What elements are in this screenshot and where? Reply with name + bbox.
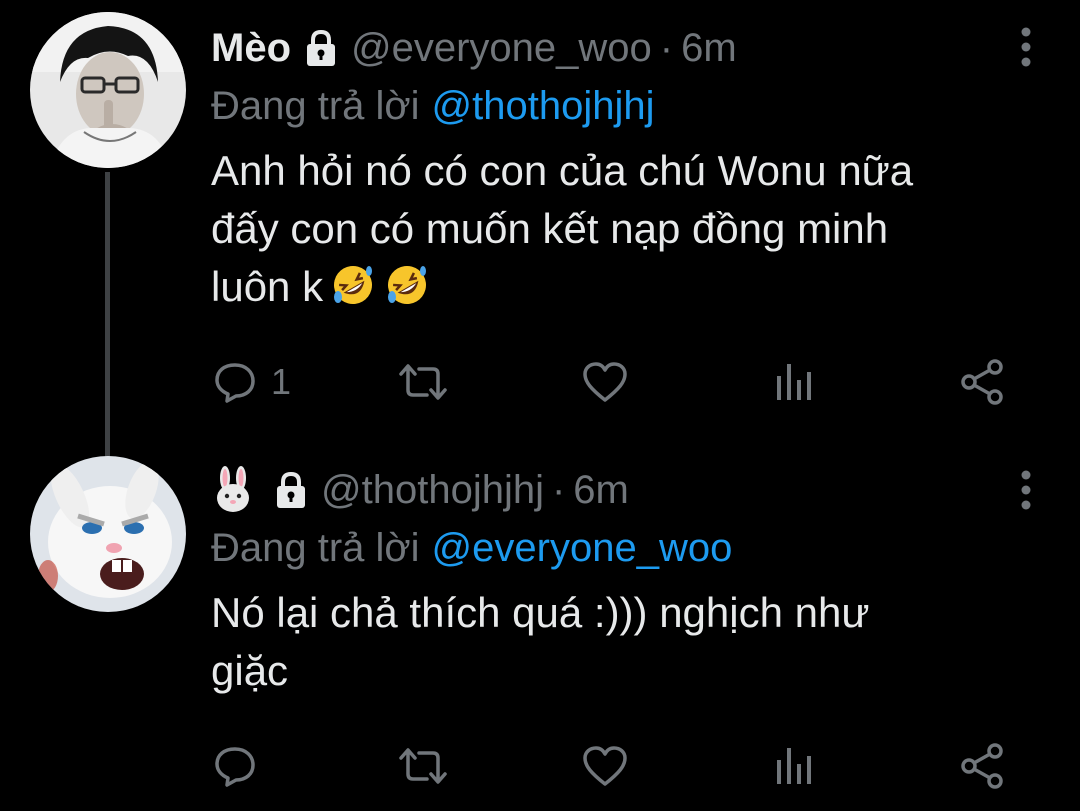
- lock-icon: [271, 470, 311, 510]
- share-icon: [959, 742, 1007, 790]
- reply-icon: [213, 360, 257, 404]
- tweet-text-content: Nó lại chả thích quá :))) nghịch như giặ…: [211, 589, 870, 694]
- tweet-header: @thothojhjhj · 6m: [211, 464, 1020, 516]
- more-vertical-icon[interactable]: [1020, 27, 1032, 72]
- reply-mention-link[interactable]: @thothojhjhj: [432, 84, 655, 129]
- avatar[interactable]: [30, 12, 186, 168]
- share-button[interactable]: [959, 740, 1007, 792]
- retweet-button[interactable]: [397, 356, 449, 408]
- rolling-on-floor-laughing-emoji: [383, 261, 433, 307]
- replying-to: Đang trả lời @everyone_woo: [211, 522, 1020, 574]
- reply-icon: [213, 744, 257, 788]
- avatar[interactable]: [30, 456, 186, 612]
- stats-button[interactable]: [774, 356, 814, 408]
- stats-button[interactable]: [774, 740, 814, 792]
- tweet-text-content: Anh hỏi nó có con của chú Wonu nữa đấy c…: [211, 147, 914, 310]
- tweet[interactable]: Mèo @everyone_woo · 6m Đang trả lời @tho…: [0, 0, 1080, 440]
- retweet-icon: [397, 744, 449, 788]
- retweet-button[interactable]: [397, 740, 449, 792]
- tweet-actions: 1: [211, 356, 1021, 408]
- tweet-header: Mèo @everyone_woo · 6m: [211, 22, 1020, 74]
- user-handle[interactable]: @everyone_woo: [351, 26, 652, 71]
- display-name[interactable]: Mèo: [211, 26, 291, 71]
- retweet-icon: [397, 360, 449, 404]
- reply-button[interactable]: [213, 740, 271, 792]
- replying-to-label: Đang trả lời: [211, 525, 420, 570]
- tweet-text: Nó lại chả thích quá :))) nghịch như giặ…: [211, 584, 1020, 700]
- heart-icon: [581, 360, 629, 404]
- reply-mention-link[interactable]: @everyone_woo: [432, 526, 733, 571]
- separator-dot: ·: [659, 25, 674, 70]
- share-icon: [959, 358, 1007, 406]
- replying-to-label: Đang trả lời: [211, 83, 420, 128]
- reply-count: 1: [271, 361, 292, 402]
- like-button[interactable]: [581, 740, 629, 792]
- user-handle[interactable]: @thothojhjhj: [321, 468, 544, 513]
- share-button[interactable]: [959, 356, 1007, 408]
- separator-dot: ·: [551, 467, 566, 512]
- reply-button[interactable]: 1: [213, 356, 291, 408]
- tweet-actions: [211, 740, 1021, 792]
- heart-icon: [581, 744, 629, 788]
- stats-icon: [774, 360, 814, 404]
- timestamp[interactable]: 6m: [573, 468, 629, 513]
- like-button[interactable]: [581, 356, 629, 408]
- lock-icon: [301, 28, 341, 68]
- tweet-text: Anh hỏi nó có con của chú Wonu nữa đấy c…: [211, 142, 1020, 322]
- emoji-group: [329, 261, 437, 322]
- replying-to: Đang trả lời @thothojhjhj: [211, 80, 1020, 132]
- rabbit-face-emoji[interactable]: [211, 466, 255, 514]
- tweet-content: @thothojhjhj · 6m Đang trả lời @everyone…: [211, 464, 1020, 700]
- more-vertical-icon[interactable]: [1020, 470, 1032, 515]
- stats-icon: [774, 744, 814, 788]
- timestamp[interactable]: 6m: [681, 26, 737, 71]
- tweet[interactable]: @thothojhjhj · 6m Đang trả lời @everyone…: [0, 440, 1080, 811]
- rolling-on-floor-laughing-emoji: [329, 261, 379, 307]
- tweet-content: Mèo @everyone_woo · 6m Đang trả lời @tho…: [211, 22, 1020, 322]
